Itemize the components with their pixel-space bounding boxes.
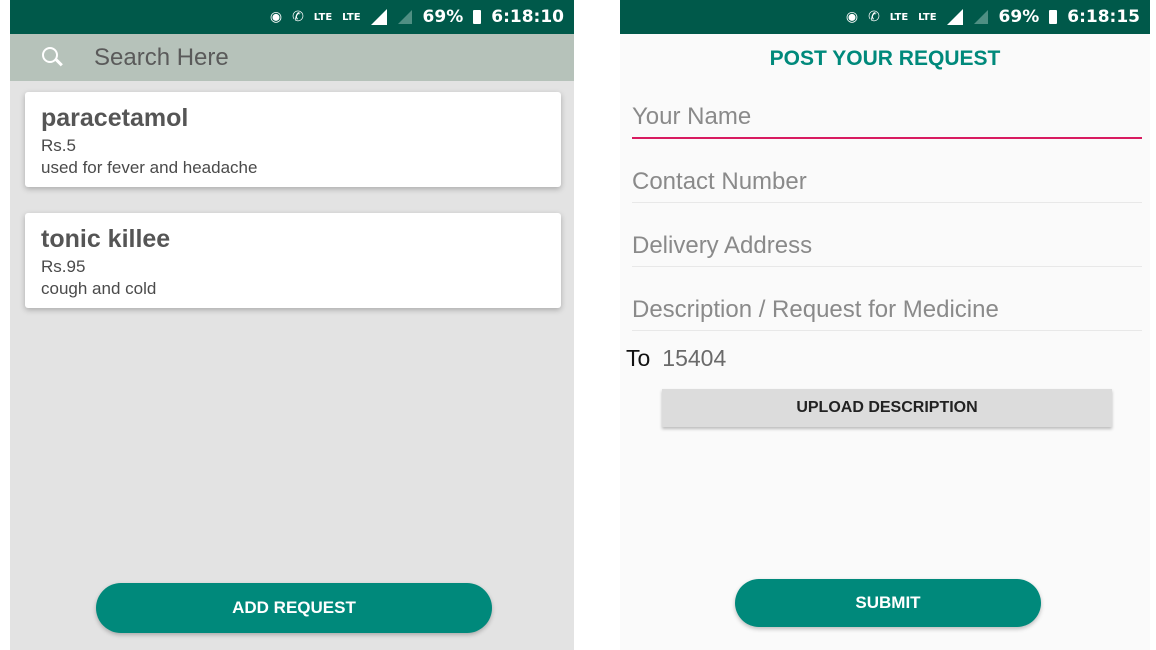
- hotspot-icon: ◉: [845, 9, 859, 25]
- medicine-card[interactable]: paracetamol Rs.5 used for fever and head…: [25, 92, 561, 187]
- lte-label: LTE: [889, 11, 909, 23]
- medicine-description: cough and cold: [41, 279, 157, 298]
- name-field[interactable]: [632, 103, 1142, 139]
- status-time: 6:18:10: [491, 7, 564, 27]
- battery-icon: [1049, 10, 1058, 24]
- status-bar: ◉ ✆ LTE LTE 69% 6:18:15: [620, 0, 1150, 34]
- medicine-price: Rs.95: [41, 257, 86, 276]
- medicine-price: Rs.5: [41, 136, 76, 155]
- medicine-list-screen: ◉ ✆ LTE LTE 69% 6:18:10 paracetamol Rs.5…: [10, 0, 574, 650]
- battery-percent: 69%: [998, 7, 1040, 27]
- volte-call-icon: ✆: [868, 9, 880, 25]
- battery-icon: [473, 10, 482, 24]
- medicine-card[interactable]: tonic killee Rs.95 cough and cold: [25, 213, 561, 308]
- battery-percent: 69%: [422, 7, 464, 27]
- medicine-name: paracetamol: [41, 104, 189, 132]
- recipient-row: To 15404: [626, 345, 726, 372]
- to-label: To: [626, 345, 651, 371]
- submit-button[interactable]: SUBMIT: [735, 579, 1041, 627]
- upload-description-button[interactable]: UPLOAD DESCRIPTION: [662, 389, 1112, 427]
- lte-label: LTE: [342, 11, 361, 23]
- to-value: 15404: [662, 345, 727, 371]
- signal-icon: [946, 9, 963, 25]
- post-request-screen: ◉ ✆ LTE LTE 69% 6:18:15 POST YOUR REQUES…: [620, 0, 1150, 650]
- search-icon[interactable]: [42, 46, 64, 69]
- delivery-address-field[interactable]: [632, 232, 1142, 267]
- contact-number-field[interactable]: [632, 168, 1142, 203]
- signal-icon: [370, 9, 387, 25]
- search-input[interactable]: [92, 42, 516, 73]
- status-time: 6:18:15: [1067, 7, 1140, 27]
- medicine-description: used for fever and headache: [41, 158, 258, 177]
- add-request-button[interactable]: ADD REQUEST: [96, 583, 492, 633]
- page-title: POST YOUR REQUEST: [769, 47, 1001, 70]
- lte-label: LTE: [313, 11, 333, 23]
- hotspot-icon: ◉: [269, 9, 283, 25]
- lte-label: LTE: [918, 11, 937, 23]
- signal-empty-icon: [973, 9, 989, 25]
- signal-empty-icon: [397, 9, 413, 25]
- volte-call-icon: ✆: [292, 9, 304, 25]
- status-bar: ◉ ✆ LTE LTE 69% 6:18:10: [10, 0, 574, 34]
- description-field[interactable]: [632, 296, 1142, 331]
- search-bar: [10, 34, 574, 81]
- medicine-name: tonic killee: [41, 225, 171, 253]
